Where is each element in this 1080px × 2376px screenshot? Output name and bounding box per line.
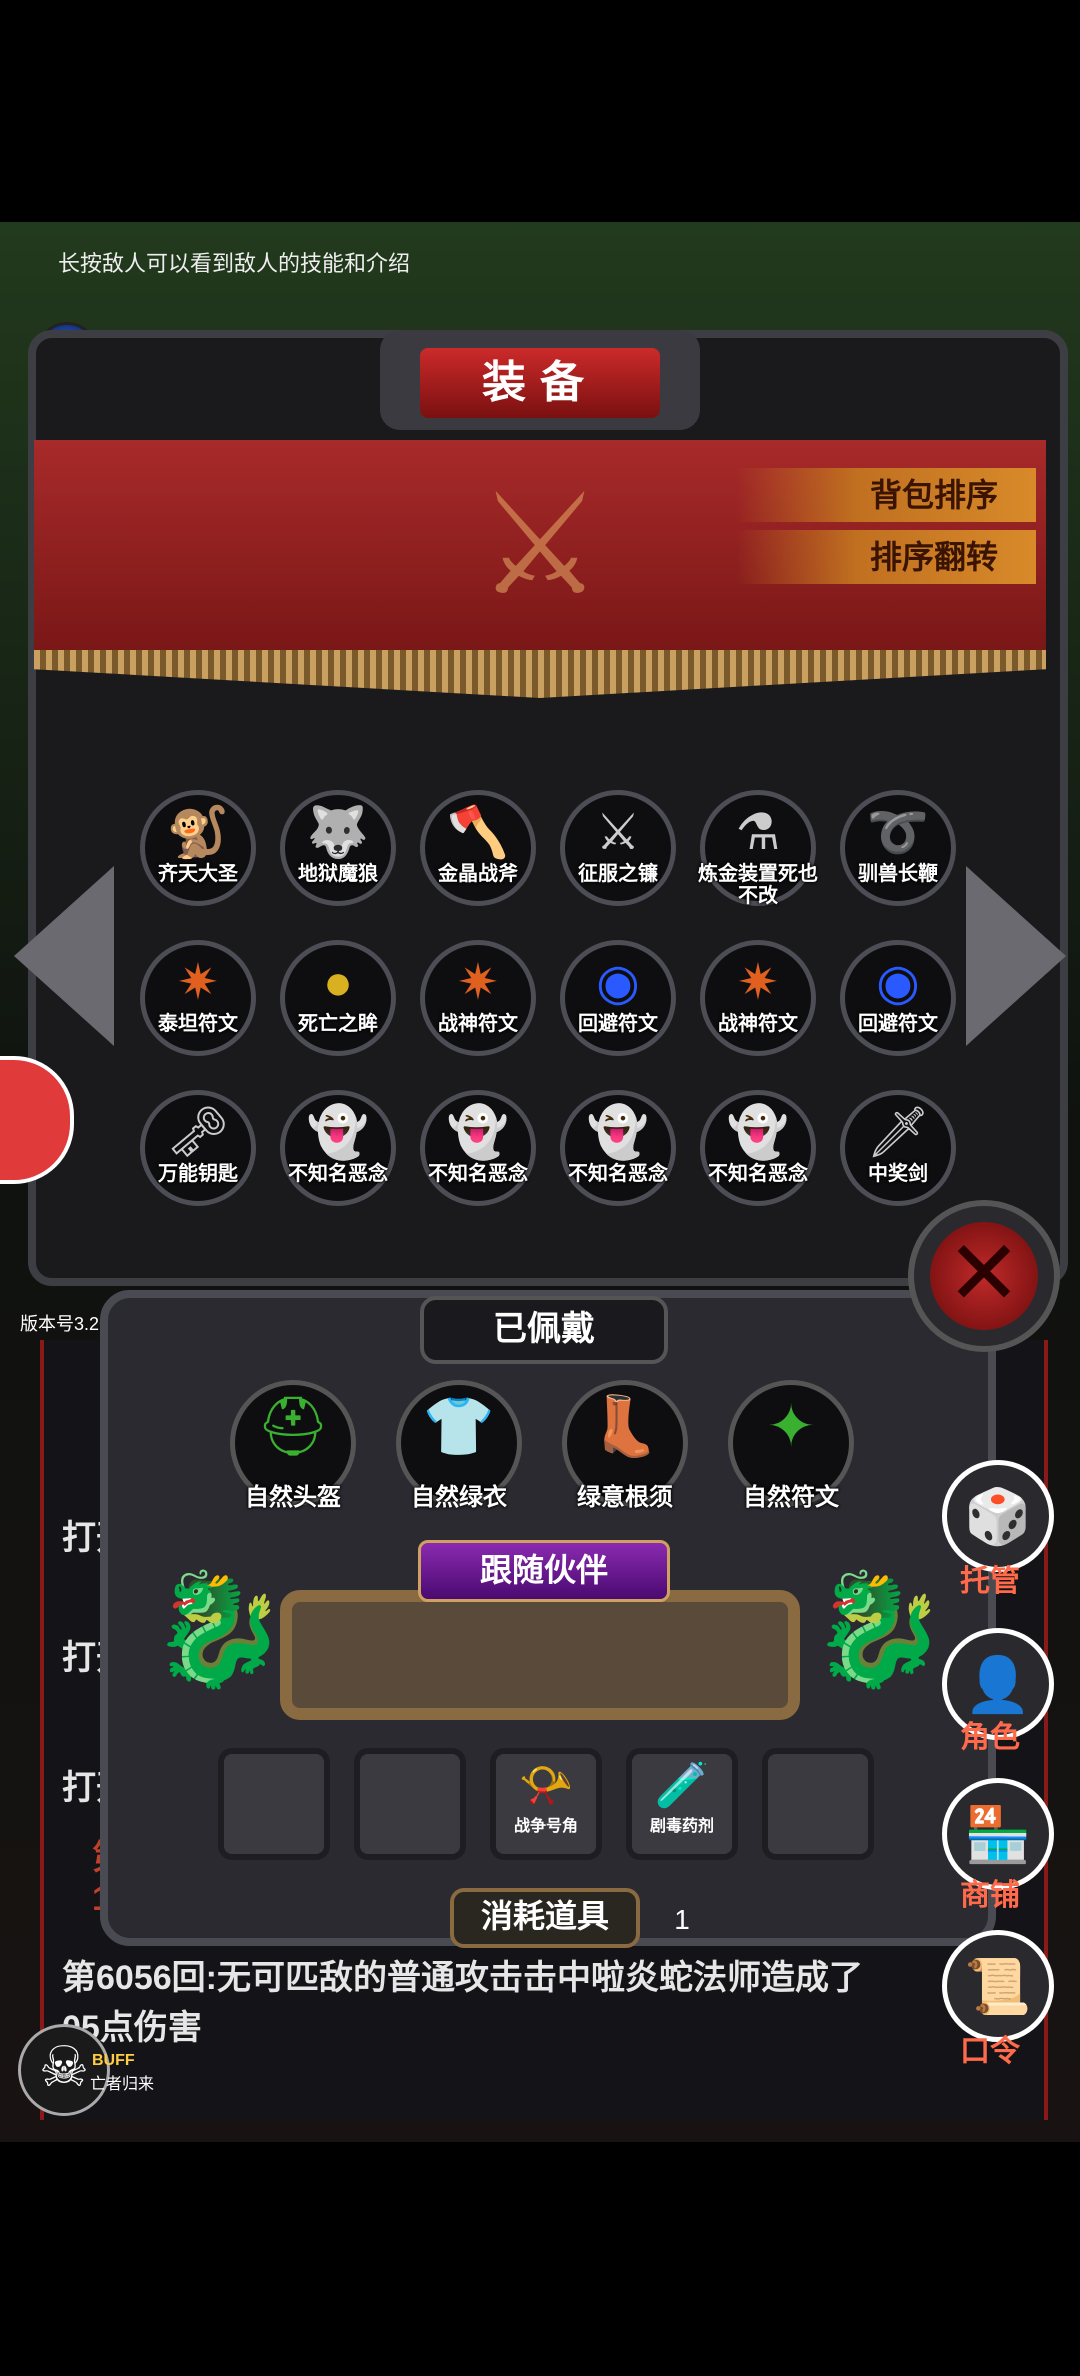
inventory-label: 地狱魔狼 (298, 863, 378, 885)
equipped-title: 已佩戴 (420, 1296, 668, 1364)
equipped-slot[interactable]: 👢 绿意根须 (562, 1380, 688, 1511)
equipped-label: 自然符文 (743, 1484, 839, 1511)
inventory-slot[interactable]: ⚔ 征服之镰 (560, 790, 676, 906)
inventory-slot[interactable]: 🗡 中奖剑 (840, 1090, 956, 1206)
inventory-label: 不知名恶念 (428, 1163, 528, 1185)
gold-orb-icon: ● (322, 954, 354, 1010)
consumable-slot[interactable]: 📯战争号角5 (490, 1748, 602, 1935)
inventory-slot[interactable]: ◉ 回避符文 (840, 940, 956, 1056)
inventory-slot[interactable]: ✷ 战神符文 (420, 940, 536, 1056)
crossed-swords-emblem-icon: ⚔ (477, 466, 603, 623)
rune-icon: ✷ (177, 954, 219, 1010)
inventory-slot[interactable]: 👻 不知名恶念 (700, 1090, 816, 1206)
dragon-statue-icon: 🐉 (810, 1568, 947, 1691)
inventory-label: 征服之镰 (578, 863, 658, 885)
inventory-label: 不知名恶念 (568, 1163, 668, 1185)
equipped-slot[interactable]: 👕 自然绿衣 (396, 1380, 522, 1511)
inventory-slot[interactable]: 🐒 齐天大圣 (140, 790, 256, 906)
inventory-slot[interactable]: 👻 不知名恶念 (420, 1090, 536, 1206)
poison-potion-icon: 🧪 (654, 1761, 710, 1810)
inventory-label: 战神符文 (438, 1013, 518, 1035)
role-button-label[interactable]: 角色 (930, 1712, 1050, 1756)
next-page-arrow-icon[interactable] (966, 866, 1066, 1046)
shop-button-label[interactable]: 商铺 (930, 1870, 1050, 1914)
consumable-label: 战争号角 (513, 1818, 578, 1835)
hell-wolf-icon: 🐺 (306, 804, 370, 860)
consumable-label: 剧毒药剂 (649, 1818, 714, 1835)
war-horn-icon: 📯 (518, 1761, 574, 1810)
bottom-bar (0, 2142, 1080, 2376)
buff-text: 亡者归来 (90, 2076, 155, 2093)
scythe-icon: ⚔ (595, 804, 641, 860)
buff-tag: BUFF (92, 2052, 135, 2069)
equipped-slot[interactable]: ⛑ 自然头盔 (230, 1380, 356, 1511)
equipped-label: 自然头盔 (245, 1484, 341, 1511)
blue-orb-icon: ◉ (596, 954, 640, 1010)
consumable-count: 1 (674, 1904, 690, 1935)
monkey-king-icon: 🐒 (166, 804, 230, 860)
battle-message: 第6056回:无可匹敌的普通攻击击中啦炎蛇法师造成了 (62, 1959, 863, 1997)
equipped-label: 自然绿衣 (411, 1484, 507, 1511)
battle-axe-icon: 🪓 (446, 804, 510, 860)
inventory-label: 中奖剑 (868, 1163, 928, 1185)
ghost-icon: 👻 (726, 1104, 790, 1160)
dragon-statue-icon: 🐉 (150, 1568, 287, 1691)
window-title: 装备 (420, 348, 660, 418)
flip-sort-button[interactable]: 排序翻转 (736, 530, 1036, 584)
consumable-slot[interactable] (762, 1748, 874, 1860)
inventory-label: 战神符文 (718, 1013, 798, 1035)
pet-slot[interactable] (280, 1590, 800, 1720)
inventory-slot[interactable]: ◉ 回避符文 (560, 940, 676, 1056)
hint-text: 长按敌人可以看到敌人的技能和介绍 (58, 251, 411, 276)
code-button-label[interactable]: 口令 (930, 2026, 1050, 2070)
prev-page-arrow-icon[interactable] (14, 866, 114, 1046)
inventory-label: 回避符文 (578, 1013, 658, 1035)
equipped-slot[interactable]: ✦ 自然符文 (728, 1380, 854, 1511)
alchemy-flask-icon: ⚗ (735, 804, 781, 860)
key-icon: 🗝 (166, 1104, 230, 1160)
inventory-slot[interactable]: 👻 不知名恶念 (280, 1090, 396, 1206)
rune-icon: ✷ (457, 954, 499, 1010)
inventory-label: 万能钥匙 (158, 1163, 238, 1185)
inventory-slot[interactable]: ✷ 泰坦符文 (140, 940, 256, 1056)
inventory-slot[interactable]: ➰ 驯兽长鞭 (840, 790, 956, 906)
sword-icon: 🗡 (866, 1104, 930, 1160)
green-rune-icon: ✦ (766, 1394, 816, 1459)
sort-bag-button[interactable]: 背包排序 (736, 468, 1036, 522)
rune-icon: ✷ (737, 954, 779, 1010)
close-icon[interactable]: ✕ (930, 1222, 1038, 1330)
ghost-icon: 👻 (446, 1104, 510, 1160)
green-armor-icon: 👕 (422, 1394, 496, 1459)
inventory-label: 死亡之眸 (298, 1013, 378, 1035)
whip-icon: ➰ (866, 804, 930, 860)
auto-button-label[interactable]: 托管 (930, 1556, 1050, 1600)
inventory-slot[interactable]: ✷ 战神符文 (700, 940, 816, 1056)
ghost-icon: 👻 (586, 1104, 650, 1160)
consumable-slot[interactable]: 🧪 剧毒药剂 1 (626, 1748, 738, 1935)
boots-icon: 👢 (588, 1394, 662, 1459)
inventory-label: 不知名恶念 (708, 1163, 808, 1185)
inventory-label: 驯兽长鞭 (858, 863, 938, 885)
pet-title: 跟随伙伴 (418, 1540, 670, 1602)
equipped-label: 绿意根须 (577, 1484, 673, 1511)
inventory-slot[interactable]: 🪓 金晶战斧 (420, 790, 536, 906)
inventory-slot[interactable]: 🐺 地狱魔狼 (280, 790, 396, 906)
consumable-slot[interactable] (218, 1748, 330, 1860)
inventory-label: 回避符文 (858, 1013, 938, 1035)
inventory-slot[interactable]: ● 死亡之眸 (280, 940, 396, 1056)
inventory-slot[interactable]: 👻 不知名恶念 (560, 1090, 676, 1206)
helmet-icon: ⛑ (256, 1394, 330, 1459)
blue-orb-icon: ◉ (876, 954, 920, 1010)
inventory-label: 齐天大圣 (158, 863, 238, 885)
inventory-slot[interactable]: 🗝 万能钥匙 (140, 1090, 256, 1206)
ghost-icon: 👻 (306, 1104, 370, 1160)
inventory-label: 不知名恶念 (288, 1163, 388, 1185)
version-label: 版本号3.26 (20, 1314, 110, 1334)
inventory-label: 泰坦符文 (158, 1013, 238, 1035)
inventory-label: 炼金装置死也不改 (698, 863, 818, 907)
inventory-label: 金晶战斧 (438, 863, 518, 885)
inventory-slot[interactable]: ⚗ 炼金装置死也不改 (698, 790, 818, 907)
consumables-title: 消耗道具 (450, 1888, 640, 1948)
consumable-slot[interactable] (354, 1748, 466, 1860)
